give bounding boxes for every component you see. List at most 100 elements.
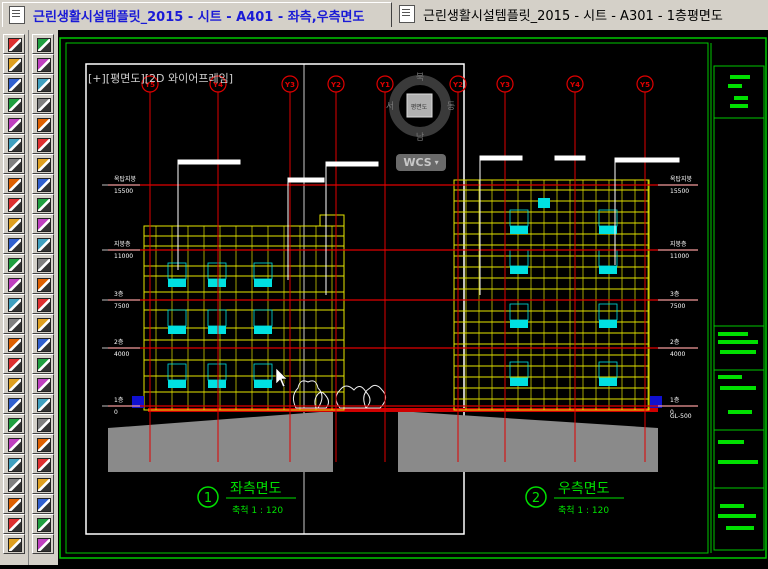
tool-button[interactable]: [32, 254, 54, 274]
tool-button[interactable]: [32, 494, 54, 514]
tab-a301[interactable]: 근린생활시설템플릿_2015 - 시트 - A301 - 1층평면도: [393, 2, 766, 26]
tool-button[interactable]: [32, 314, 54, 334]
tool-icon: [8, 178, 22, 192]
tool-button[interactable]: [32, 414, 54, 434]
viewcube-south[interactable]: 남: [416, 132, 424, 143]
viewport-label[interactable]: [+][평면도][2D 와이어프레임]: [88, 70, 233, 86]
level-value-right: 7500: [670, 303, 685, 310]
drawing-title-1: 1 좌측면도 축척 1 : 120: [197, 481, 296, 516]
tool-button[interactable]: [3, 414, 25, 434]
wcs-menu[interactable]: WCS ▾: [396, 154, 446, 171]
grid-bubble-label: Y4: [569, 81, 580, 89]
tool-button[interactable]: [32, 354, 54, 374]
tool-button[interactable]: [3, 334, 25, 354]
tool-button[interactable]: [32, 474, 54, 494]
tool-button[interactable]: [3, 314, 25, 334]
tool-icon: [8, 438, 22, 452]
grid-bubble-label: Y1: [379, 81, 390, 89]
tool-icon: [37, 178, 51, 192]
tool-button[interactable]: [3, 134, 25, 154]
window-glazing: [510, 378, 528, 386]
tool-button[interactable]: [32, 34, 54, 54]
window-glazing: [599, 320, 617, 328]
tool-button[interactable]: [32, 174, 54, 194]
tool-button[interactable]: [32, 54, 54, 74]
title-block-text: [730, 75, 750, 79]
tool-button[interactable]: [3, 354, 25, 374]
viewcube-east[interactable]: 동: [447, 101, 455, 112]
window-glazing: [510, 320, 528, 328]
tool-icon: [8, 58, 22, 72]
tool-icon: [8, 518, 22, 532]
tool-button[interactable]: [3, 454, 25, 474]
tool-button[interactable]: [3, 434, 25, 454]
tool-button[interactable]: [3, 74, 25, 94]
document-tab-bar: 근린생활시설템플릿_2015 - 시트 - A401 - 좌측,우측면도 근린생…: [0, 0, 768, 31]
tool-button[interactable]: [3, 274, 25, 294]
tool-icon: [8, 318, 22, 332]
tool-button[interactable]: [3, 94, 25, 114]
tool-button[interactable]: [32, 134, 54, 154]
tool-button[interactable]: [32, 514, 54, 534]
tool-icon: [8, 418, 22, 432]
tool-icon: [37, 138, 51, 152]
tool-button[interactable]: [32, 394, 54, 414]
tool-button[interactable]: [3, 294, 25, 314]
ground-right: [398, 411, 658, 472]
tool-button[interactable]: [32, 214, 54, 234]
tool-button[interactable]: [32, 154, 54, 174]
tool-button[interactable]: [3, 474, 25, 494]
viewcube[interactable]: 평면도 북 남 동 서: [386, 72, 455, 143]
tool-button[interactable]: [3, 374, 25, 394]
tool-button[interactable]: [3, 254, 25, 274]
tool-button[interactable]: [3, 534, 25, 554]
tool-button[interactable]: [3, 34, 25, 54]
tool-button[interactable]: [3, 214, 25, 234]
window-glazing: [168, 279, 186, 287]
tool-button[interactable]: [32, 74, 54, 94]
callout-text: [287, 177, 325, 183]
drawing-canvas[interactable]: 옥탑지붕 15500 옥탑지붕 15500 지붕층 11000 지붕층 11000 3층 7500…: [58, 30, 768, 565]
tool-button[interactable]: [3, 234, 25, 254]
tool-button[interactable]: [3, 194, 25, 214]
tool-icon: [37, 458, 51, 472]
tool-icon: [8, 358, 22, 372]
viewcube-north[interactable]: 북: [416, 72, 424, 83]
window-frame: [509, 249, 529, 267]
tab-a301-label: 근린생활시설템플릿_2015 - 시트 - A301 - 1층평면도: [423, 8, 723, 24]
level-value-left: 0: [114, 409, 118, 416]
tool-palette: [0, 30, 58, 565]
tool-button[interactable]: [3, 394, 25, 414]
tool-button[interactable]: [32, 274, 54, 294]
tool-button[interactable]: [32, 434, 54, 454]
tool-button[interactable]: [32, 194, 54, 214]
grid-bubble-label: Y5: [639, 81, 650, 89]
window-frame: [167, 363, 187, 381]
tool-button[interactable]: [32, 454, 54, 474]
tool-button[interactable]: [3, 174, 25, 194]
tool-button[interactable]: [32, 334, 54, 354]
tool-button[interactable]: [32, 534, 54, 554]
window-frame: [598, 303, 618, 321]
title-block-text: [728, 410, 752, 414]
tool-button[interactable]: [3, 514, 25, 534]
tool-button[interactable]: [3, 154, 25, 174]
tool-button[interactable]: [32, 94, 54, 114]
tool-button[interactable]: [32, 374, 54, 394]
tool-button[interactable]: [3, 494, 25, 514]
viewcube-west[interactable]: 서: [386, 101, 394, 112]
level-name-right: 3층: [670, 290, 680, 298]
tab-a401[interactable]: 근린생활시설템플릿_2015 - 시트 - A401 - 좌측,우측면도: [2, 2, 392, 27]
callout-text: [614, 157, 680, 163]
tool-icon: [37, 218, 51, 232]
window-glazing: [510, 226, 528, 234]
tool-button[interactable]: [3, 54, 25, 74]
tool-icon: [37, 378, 51, 392]
tool-button[interactable]: [32, 234, 54, 254]
tool-button[interactable]: [32, 294, 54, 314]
window-frame: [253, 309, 273, 327]
tool-icon: [8, 238, 22, 252]
tool-button[interactable]: [32, 114, 54, 134]
tool-button[interactable]: [3, 114, 25, 134]
tool-icon: [37, 238, 51, 252]
